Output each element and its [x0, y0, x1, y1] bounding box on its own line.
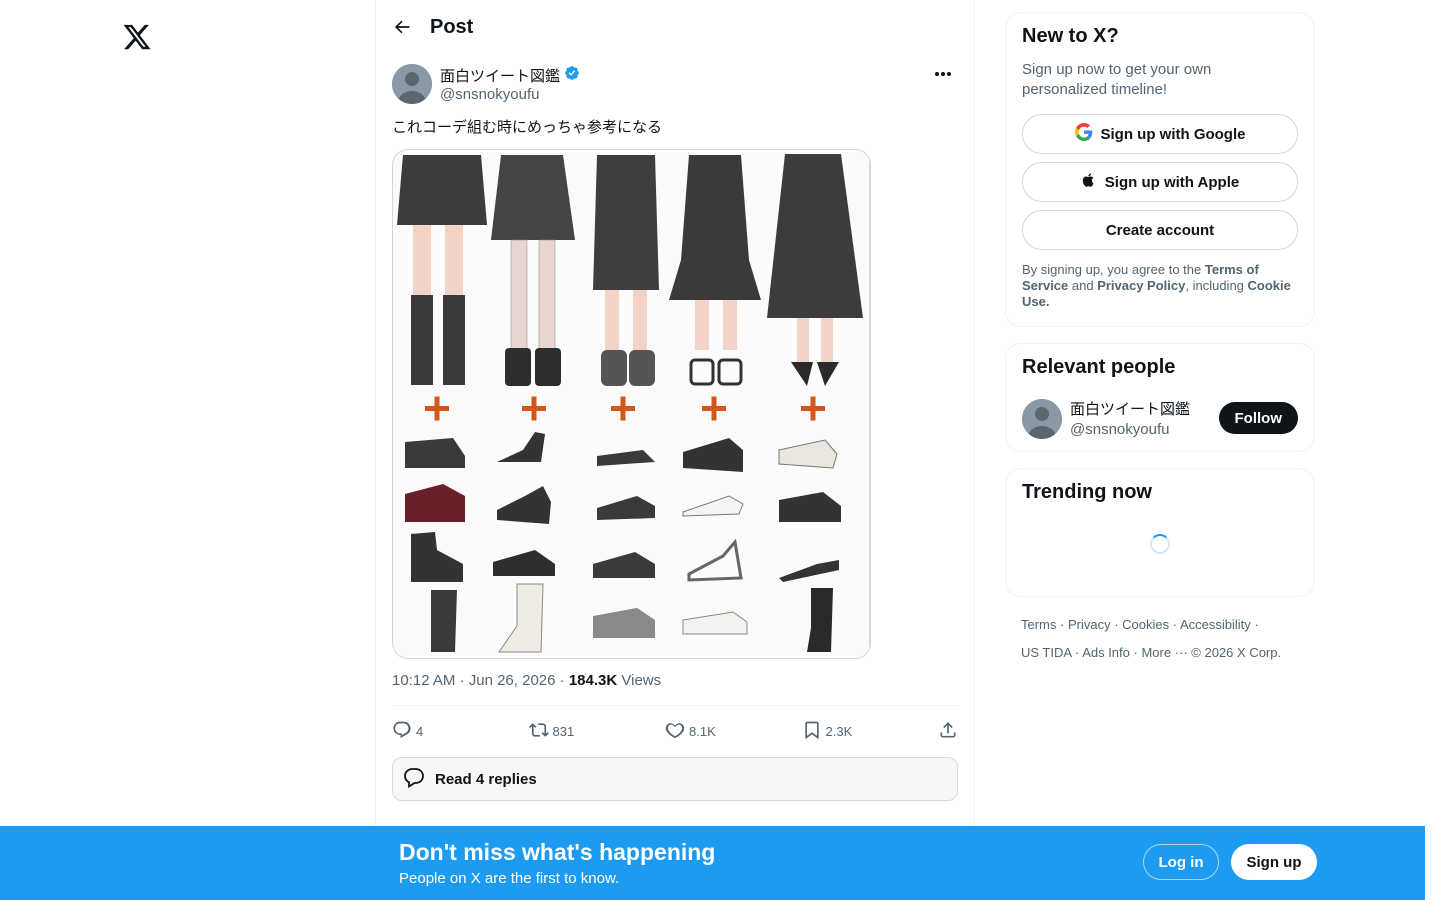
bookmark-button[interactable]: 2.3K — [802, 720, 862, 743]
like-button[interactable]: 8.1K — [665, 720, 725, 743]
share-icon — [938, 720, 958, 743]
signup-banner: Don't miss what's happening People on X … — [0, 826, 1425, 900]
footer-copyright: © 2026 X Corp. — [1191, 645, 1282, 660]
more-options-icon[interactable] — [928, 64, 958, 84]
verified-badge-icon — [564, 65, 580, 85]
signup-google-button[interactable]: Sign up with Google — [1022, 114, 1298, 154]
bookmark-icon — [802, 720, 822, 743]
trending-body — [1022, 504, 1298, 584]
person-handle[interactable]: @snsnokyoufu — [1070, 421, 1219, 438]
author-row: 面白ツイート図鑑 @snsnokyoufu — [392, 62, 958, 114]
follow-button[interactable]: Follow — [1218, 402, 1298, 434]
reply-count: 4 — [416, 724, 424, 739]
reply-button[interactable]: 4 — [392, 720, 452, 743]
signup-google-label: Sign up with Google — [1100, 125, 1246, 143]
bookmark-count: 2.3K — [825, 724, 853, 739]
separator-dot: · — [559, 672, 569, 689]
like-count: 8.1K — [689, 724, 716, 739]
legal-text-1: By signing up, you agree to the — [1022, 262, 1205, 277]
signup-apple-button[interactable]: Sign up with Apple — [1022, 162, 1298, 202]
loading-spinner-icon — [1150, 534, 1170, 554]
footer-links: Terms · Privacy · Cookies · Accessibilit… — [1021, 617, 1282, 660]
trending-title: Trending now — [1022, 481, 1152, 503]
relevant-people-card: Relevant people 面白ツイート図鑑 @snsnokyoufu Fo… — [1005, 343, 1315, 452]
read-replies-button[interactable]: Read 4 replies — [392, 757, 958, 801]
heart-icon — [665, 720, 685, 743]
google-icon — [1074, 123, 1093, 145]
back-arrow-icon[interactable] — [392, 10, 426, 44]
timestamp-row: 10:12 AM · Jun 26, 2026 · 184.3K Views — [392, 672, 958, 692]
topbar: Post — [376, 0, 974, 54]
footer-link-terms[interactable]: Terms — [1021, 617, 1056, 632]
signup-card: New to X? Sign up now to get your own pe… — [1005, 12, 1315, 327]
scrollbar[interactable] — [1425, 826, 1440, 900]
avatar[interactable] — [1022, 399, 1062, 439]
banner-text: Don't miss what's happening People on X … — [399, 839, 715, 887]
login-button[interactable]: Log in — [1143, 844, 1219, 880]
legal-text: By signing up, you agree to the Terms of… — [1022, 262, 1298, 314]
left-nav — [0, 0, 376, 900]
banner-title: Don't miss what's happening — [399, 839, 716, 865]
post-date[interactable]: Jun 26, 2026 — [469, 672, 556, 689]
reply-icon — [392, 720, 412, 743]
right-sidebar: New to X? Sign up now to get your own pe… — [1005, 12, 1315, 667]
separator-dot: · — [459, 672, 469, 689]
post-image[interactable] — [392, 149, 871, 659]
post-text: これコーデ組む時にめっちゃ参考になる — [392, 119, 663, 136]
footer-link-cookies[interactable]: Cookies — [1122, 617, 1169, 632]
signup-apple-label: Sign up with Apple — [1104, 173, 1240, 191]
avatar[interactable] — [392, 64, 432, 104]
page-title: Post — [430, 15, 474, 38]
repost-count: 831 — [552, 724, 575, 739]
x-logo-icon[interactable] — [122, 22, 152, 52]
post-time[interactable]: 10:12 AM — [392, 672, 455, 689]
main-column: Post 面白ツイート図鑑 @snsnokyoufu これコーデ組む時にめっちゃ… — [375, 0, 975, 900]
post: 面白ツイート図鑑 @snsnokyoufu これコーデ組む時にめっちゃ参考になる — [376, 54, 974, 801]
person-meta: 面白ツイート図鑑 @snsnokyoufu — [1070, 398, 1219, 438]
privacy-link[interactable]: Privacy Policy — [1097, 278, 1185, 293]
footer-link-more[interactable]: More ··· — [1141, 645, 1187, 660]
footer-link-privacy[interactable]: Privacy — [1068, 617, 1111, 632]
person-name[interactable]: 面白ツイート図鑑 — [1070, 398, 1219, 419]
skirt-shoe-illustration — [393, 150, 870, 658]
legal-text-3: , including — [1185, 278, 1248, 293]
repost-icon — [528, 720, 549, 743]
display-name-row: 面白ツイート図鑑 — [440, 65, 580, 85]
footer-link-ads-info[interactable]: Ads Info — [1082, 645, 1130, 660]
action-bar: 4 831 8.1K 2.3K — [392, 705, 958, 757]
apple-icon — [1081, 171, 1097, 193]
author-meta: 面白ツイート図鑑 @snsnokyoufu — [440, 62, 580, 103]
signup-card-subtitle: Sign up now to get your own personalized… — [1022, 61, 1212, 98]
conversation-icon — [401, 765, 427, 793]
read-replies-label: Read 4 replies — [435, 770, 537, 788]
footer-link-us-tida[interactable]: US TIDA — [1021, 645, 1071, 660]
signup-card-title: New to X? — [1022, 25, 1119, 47]
footer-link-accessibility[interactable]: Accessibility — [1180, 617, 1251, 632]
create-account-button[interactable]: Create account — [1022, 210, 1298, 250]
banner-subtitle: People on X are the first to know. — [399, 870, 620, 887]
views-label: Views — [621, 672, 662, 689]
display-name[interactable]: 面白ツイート図鑑 — [440, 65, 560, 86]
signup-button[interactable]: Sign up — [1231, 844, 1317, 880]
repost-button[interactable]: 831 — [528, 720, 589, 743]
person-row[interactable]: 面白ツイート図鑑 @snsnokyoufu Follow — [1022, 397, 1298, 439]
relevant-people-title: Relevant people — [1022, 356, 1176, 378]
handle[interactable]: @snsnokyoufu — [440, 86, 580, 103]
views-count: 184.3K — [568, 672, 618, 689]
legal-text-2: and — [1068, 278, 1098, 293]
share-button[interactable] — [938, 720, 958, 743]
trending-card: Trending now — [1005, 468, 1315, 597]
